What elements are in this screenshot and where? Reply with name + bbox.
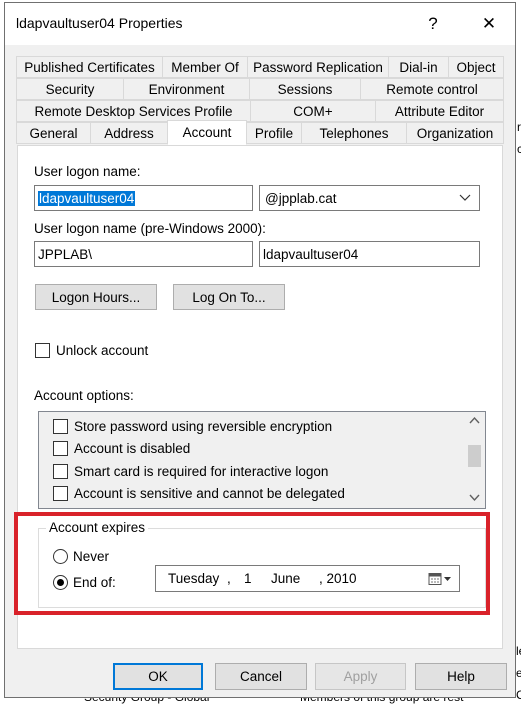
tab-com-plus[interactable]: COM+ <box>250 100 376 122</box>
help-icon[interactable]: ? <box>410 3 456 45</box>
bg-fragment: le <box>516 644 521 658</box>
close-icon[interactable]: ✕ <box>466 3 512 45</box>
pre2000-domain-value: JPPLAB\ <box>38 246 93 262</box>
domain-select[interactable]: @jpplab.cat <box>259 185 480 211</box>
tab-organization[interactable]: Organization <box>406 122 504 144</box>
tab-account[interactable]: Account <box>167 120 247 145</box>
cancel-button[interactable]: Cancel <box>215 663 307 690</box>
account-option-item[interactable]: Smart card is required for interactive l… <box>53 461 328 481</box>
unlock-account-checkbox[interactable] <box>35 343 50 358</box>
tab-password-replication[interactable]: Password Replication <box>247 56 389 78</box>
pre2000-user-value: ldapvaultuser04 <box>263 246 359 262</box>
pre2000-label: User logon name (pre-Windows 2000): <box>34 221 266 236</box>
tab-dial-in[interactable]: Dial-in <box>388 56 449 78</box>
tab-telephones[interactable]: Telephones <box>301 122 407 144</box>
option-checkbox[interactable] <box>53 485 68 501</box>
option-checkbox[interactable] <box>53 418 68 434</box>
tab-sessions[interactable]: Sessions <box>249 78 361 100</box>
tab-general[interactable]: General <box>16 122 91 144</box>
window-title: ldapvaultuser04 Properties <box>16 15 183 31</box>
chevron-down-icon <box>459 194 471 201</box>
logon-hours-button[interactable]: Logon Hours... <box>35 284 157 310</box>
option-checkbox[interactable] <box>53 440 68 456</box>
account-options-label: Account options: <box>34 388 134 403</box>
log-on-to-button[interactable]: Log On To... <box>173 284 285 310</box>
tab-remote-control[interactable]: Remote control <box>360 78 504 100</box>
tab-object[interactable]: Object <box>448 56 504 78</box>
tab-environment[interactable]: Environment <box>123 78 250 100</box>
tab-profile[interactable]: Profile <box>246 122 302 144</box>
account-options-list[interactable]: Store password using reversible encrypti… <box>38 411 486 509</box>
logon-name-input[interactable]: ldapvaultuser04 <box>34 185 253 211</box>
help-button[interactable]: Help <box>415 663 507 690</box>
option-label: Account is disabled <box>74 440 191 456</box>
bg-fragment: c <box>517 142 521 156</box>
bg-fragment: C <box>516 688 521 702</box>
tab-member-of[interactable]: Member Of <box>162 56 248 78</box>
logon-name-value: ldapvaultuser04 <box>38 190 136 206</box>
scroll-down-icon[interactable] <box>469 494 480 502</box>
scroll-up-icon[interactable] <box>469 416 480 424</box>
options-scrollbar[interactable] <box>464 412 485 508</box>
scrollbar-thumb[interactable] <box>468 445 481 467</box>
bg-fragment: r <box>517 120 521 134</box>
apply-button[interactable]: Apply <box>315 663 406 690</box>
tab-published-certificates[interactable]: Published Certificates <box>16 56 163 78</box>
account-option-item[interactable]: Store password using reversible encrypti… <box>53 416 332 436</box>
highlight-box <box>14 512 490 615</box>
bg-fragment: e <box>516 666 521 680</box>
tab-security[interactable]: Security <box>16 78 124 100</box>
tab-remote-desktop-services-profile[interactable]: Remote Desktop Services Profile <box>16 100 251 122</box>
pre2000-domain-input[interactable]: JPPLAB\ <box>34 241 253 267</box>
unlock-account-label: Unlock account <box>56 343 149 358</box>
account-option-item[interactable]: Account is disabled <box>53 438 190 458</box>
option-checkbox[interactable] <box>53 463 68 479</box>
title-bar[interactable]: ldapvaultuser04 Properties ? ✕ <box>5 3 515 45</box>
domain-value: @jpplab.cat <box>265 190 337 206</box>
tab-attribute-editor[interactable]: Attribute Editor <box>375 100 504 122</box>
option-label: Account is sensitive and cannot be deleg… <box>74 485 345 501</box>
pre2000-user-input[interactable]: ldapvaultuser04 <box>259 241 480 267</box>
option-label: Store password using reversible encrypti… <box>74 418 333 434</box>
option-label: Smart card is required for interactive l… <box>74 463 329 479</box>
tab-address[interactable]: Address <box>90 122 168 144</box>
ok-button[interactable]: OK <box>113 663 203 690</box>
account-option-item[interactable]: Account is sensitive and cannot be deleg… <box>53 483 345 503</box>
unlock-account-checkbox-row[interactable]: Unlock account <box>35 343 148 358</box>
logon-name-label: User logon name: <box>34 164 141 179</box>
